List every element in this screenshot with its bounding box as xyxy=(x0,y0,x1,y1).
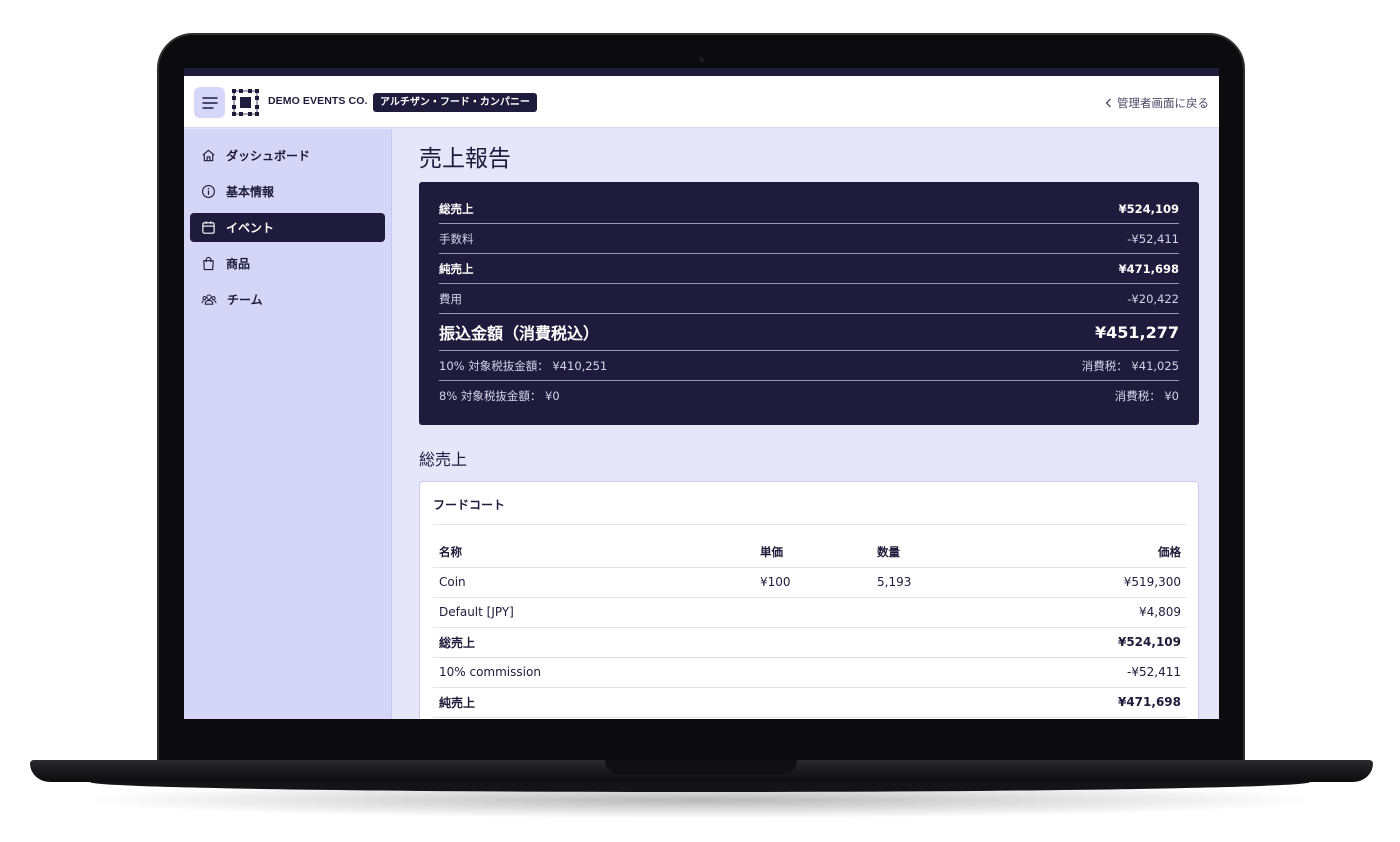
summary-label: 純売上 xyxy=(439,261,474,276)
column-header-price: 価格 xyxy=(1021,537,1187,568)
sales-summary-panel: 総売上 ¥524,109 手数料 -¥52,411 純売上 ¥471,698 費… xyxy=(419,182,1199,425)
table-row: 10% commission -¥52,411 xyxy=(433,657,1187,688)
cell-unit-price xyxy=(754,627,871,658)
camera-dot xyxy=(699,57,704,62)
summary-value: ¥451,277 xyxy=(1094,322,1179,342)
menu-button[interactable] xyxy=(194,87,225,118)
company-name: DEMO EVENTS CO. xyxy=(268,95,368,107)
back-link-label: 管理者画面に戻る xyxy=(1117,96,1209,110)
home-icon xyxy=(202,149,215,162)
cell-name: 10% commission xyxy=(433,657,754,688)
summary-label: 振込金額（消費税込） xyxy=(439,324,600,343)
cell-name: 総売上 xyxy=(433,627,754,658)
column-header-quantity: 数量 xyxy=(871,537,1021,568)
food-court-card: フードコート 名称 単価 数量 価格 Coin ¥100 5,193 ¥519,… xyxy=(419,481,1199,719)
summary-row-payout: 振込金額（消費税込） ¥451,277 xyxy=(439,314,1179,351)
cell-name: 純売上 xyxy=(433,687,754,718)
cell-quantity: 5,193 xyxy=(871,567,1021,598)
app-screen: DEMO EVENTS CO. アルチザン・フード・カンパニー 管理者画面に戻る… xyxy=(184,68,1219,719)
cell-price: ¥524,109 xyxy=(1021,627,1187,658)
cell-price: ¥471,698 xyxy=(1021,687,1187,718)
sidebar: ダッシュボード 基本情報 イベント 商品 チーム xyxy=(184,129,392,719)
sidebar-item-team[interactable]: チーム xyxy=(190,285,385,314)
chevron-left-icon xyxy=(1105,98,1111,108)
sidebar-item-dashboard[interactable]: ダッシュボード xyxy=(190,141,385,170)
summary-label: 10% 対象税抜金額： ¥410,251 xyxy=(439,358,608,373)
sidebar-item-label: 商品 xyxy=(226,257,251,271)
organization-badge[interactable]: アルチザン・フード・カンパニー xyxy=(373,93,537,112)
summary-label: 8% 対象税抜金額： ¥0 xyxy=(439,389,560,403)
sidebar-item-label: 基本情報 xyxy=(226,185,275,199)
column-header-unit-price: 単価 xyxy=(754,537,871,568)
sidebar-item-label: イベント xyxy=(226,221,275,235)
summary-row-fee: 手数料 -¥52,411 xyxy=(439,224,1179,254)
sidebar-item-products[interactable]: 商品 xyxy=(190,249,385,278)
company-logo xyxy=(232,89,259,116)
section-title: 総売上 xyxy=(419,450,468,469)
cell-quantity xyxy=(871,597,1021,628)
sales-table: 名称 単価 数量 価格 Coin ¥100 5,193 ¥519,300 Def… xyxy=(433,537,1187,718)
summary-label: 総売上 xyxy=(439,201,474,216)
table-row-net-total: 純売上 ¥471,698 xyxy=(433,687,1187,718)
card-divider xyxy=(433,524,1187,525)
top-bar: DEMO EVENTS CO. アルチザン・フード・カンパニー 管理者画面に戻る xyxy=(184,76,1219,128)
summary-value: 消費税： ¥41,025 xyxy=(1081,358,1179,373)
users-icon xyxy=(201,294,217,305)
summary-value: 消費税： ¥0 xyxy=(1114,389,1179,403)
sidebar-item-basic-info[interactable]: 基本情報 xyxy=(190,177,385,206)
cell-price: ¥4,809 xyxy=(1021,597,1187,628)
cell-unit-price xyxy=(754,597,871,628)
summary-row-tax-8: 8% 対象税抜金額： ¥0 消費税： ¥0 xyxy=(439,381,1179,411)
info-icon xyxy=(202,185,215,198)
cell-price: -¥52,411 xyxy=(1021,657,1187,688)
summary-value: -¥52,411 xyxy=(1127,231,1179,246)
hamburger-icon xyxy=(201,96,218,109)
cell-price: ¥519,300 xyxy=(1021,567,1187,598)
cell-quantity xyxy=(871,687,1021,718)
sidebar-item-events[interactable]: イベント xyxy=(190,213,385,242)
cell-name: Coin xyxy=(433,567,754,598)
summary-label: 手数料 xyxy=(439,231,474,246)
table-header-row: 名称 単価 数量 価格 xyxy=(433,537,1187,568)
back-to-admin-link[interactable]: 管理者画面に戻る xyxy=(1105,95,1209,111)
sidebar-item-label: ダッシュボード xyxy=(226,149,311,163)
cell-quantity xyxy=(871,657,1021,688)
summary-row-tax-10: 10% 対象税抜金額： ¥410,251 消費税： ¥41,025 xyxy=(439,351,1179,381)
top-strip xyxy=(184,68,1219,76)
cell-name: Default [JPY] xyxy=(433,597,754,628)
summary-label: 費用 xyxy=(439,291,462,306)
shopping-bag-icon xyxy=(203,256,214,271)
table-row-gross-total: 総売上 ¥524,109 xyxy=(433,627,1187,658)
cell-unit-price xyxy=(754,687,871,718)
laptop-notch xyxy=(605,760,797,774)
column-header-name: 名称 xyxy=(433,537,754,568)
table-row: Coin ¥100 5,193 ¥519,300 xyxy=(433,567,1187,598)
summary-row-expense: 費用 -¥20,422 xyxy=(439,284,1179,314)
cell-unit-price: ¥100 xyxy=(754,567,871,598)
table-row: Default [JPY] ¥4,809 xyxy=(433,597,1187,628)
summary-value: ¥524,109 xyxy=(1118,201,1179,216)
page-title: 売上報告 xyxy=(419,146,511,172)
summary-value: -¥20,422 xyxy=(1127,291,1179,306)
main-content: 売上報告 総売上 ¥524,109 手数料 -¥52,411 純売上 ¥471,… xyxy=(393,129,1219,719)
summary-value: ¥471,698 xyxy=(1118,261,1179,276)
cell-unit-price xyxy=(754,657,871,688)
sidebar-item-label: チーム xyxy=(227,293,263,307)
summary-row-gross: 総売上 ¥524,109 xyxy=(439,194,1179,224)
cell-quantity xyxy=(871,627,1021,658)
summary-row-net: 純売上 ¥471,698 xyxy=(439,254,1179,284)
card-title: フードコート xyxy=(433,498,506,512)
calendar-icon xyxy=(202,221,215,234)
